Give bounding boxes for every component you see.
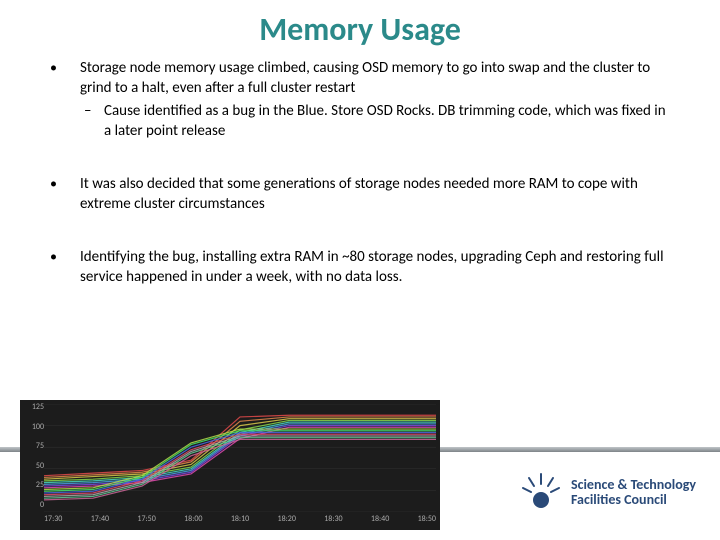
bullet-list: Storage node memory usage climbed, causi… bbox=[0, 49, 720, 287]
bullet-text: Identifying the bug, installing extra RA… bbox=[80, 248, 670, 287]
sub-bullet-item: Cause identified as a bug in the Blue. S… bbox=[80, 102, 670, 141]
memory-chart: 1251007550250 17:3017:4017:5018:0018:101… bbox=[20, 400, 440, 530]
sub-bullet-dash bbox=[80, 102, 104, 141]
chart-xaxis: 17:3017:4017:5018:0018:1018:2018:3018:40… bbox=[44, 514, 436, 528]
logo-line-2: Facilities Council bbox=[571, 492, 696, 507]
chart-yaxis: 1251007550250 bbox=[22, 400, 44, 512]
bullet-item: Identifying the bug, installing extra RA… bbox=[50, 248, 670, 287]
bullet-item: Storage node memory usage climbed, causi… bbox=[50, 59, 670, 141]
bullet-item: It was also decided that some generation… bbox=[50, 175, 670, 214]
page-title: Memory Usage bbox=[0, 0, 720, 49]
bullet-dot bbox=[50, 59, 80, 141]
logo-text: Science & Technology Facilities Council bbox=[571, 477, 696, 508]
logo-line-1: Science & Technology bbox=[571, 477, 696, 492]
stfc-logo: Science & Technology Facilities Council bbox=[521, 472, 696, 512]
chart-plot bbox=[44, 404, 436, 512]
sub-bullet-text: Cause identified as a bug in the Blue. S… bbox=[104, 102, 670, 141]
bullet-text: Storage node memory usage climbed, causi… bbox=[80, 59, 650, 97]
bullet-text: It was also decided that some generation… bbox=[80, 175, 670, 214]
sun-icon bbox=[521, 472, 561, 512]
bullet-dot bbox=[50, 248, 80, 287]
bullet-dot bbox=[50, 175, 80, 214]
